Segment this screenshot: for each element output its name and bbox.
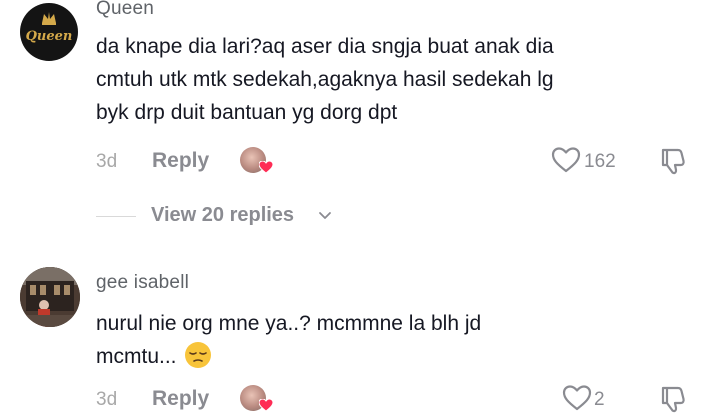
like-heart-icon[interactable] xyxy=(551,147,581,173)
comment-line: nurul nie org mne ya..? mcmmne la blh jd xyxy=(96,312,482,335)
pensive-emoji-icon: 😔 xyxy=(184,341,212,369)
comment-text: da knape dia lari?aq aser dia sngja buat… xyxy=(96,30,706,129)
heart-badge-icon xyxy=(259,161,273,174)
comment-line: da knape dia lari?aq aser dia sngja buat… xyxy=(96,35,554,58)
avatar-photo xyxy=(20,267,80,327)
reply-button[interactable]: Reply xyxy=(152,149,209,173)
like-count: 2 xyxy=(594,389,605,410)
comment-line: mcmtu... xyxy=(96,345,177,368)
view-replies-button[interactable]: View 20 replies xyxy=(151,204,294,227)
avatar-gee-isabell[interactable] xyxy=(20,267,80,327)
replies-divider xyxy=(96,216,136,217)
dislike-icon[interactable] xyxy=(660,147,686,175)
creator-liked-badge xyxy=(240,385,274,413)
like-heart-icon[interactable] xyxy=(562,385,592,411)
creator-liked-badge xyxy=(240,147,274,175)
comment-line: byk drp duit bantuan yg dorg dpt xyxy=(96,101,398,124)
comment-timestamp: 3d xyxy=(96,389,118,410)
reply-button[interactable]: Reply xyxy=(152,387,209,411)
comment-timestamp: 3d xyxy=(96,151,118,172)
like-count: 162 xyxy=(584,151,616,172)
comment-username[interactable]: Queen xyxy=(96,0,154,20)
comment-line-with-emoji: mcmtu... 😔 xyxy=(96,340,706,373)
comment-username[interactable]: gee isabell xyxy=(96,272,189,294)
avatar-logo-text: Queen xyxy=(25,29,73,44)
chevron-down-icon xyxy=(319,212,331,219)
dislike-icon[interactable] xyxy=(660,385,686,413)
comment-text: nurul nie org mne ya..? mcmmne la blh jd… xyxy=(96,307,706,373)
comment-line: cmtuh utk mtk sedekah,agaknya hasil sede… xyxy=(96,68,554,91)
pensive-face-icon xyxy=(185,342,212,368)
avatar-queen[interactable]: Queen xyxy=(20,3,78,61)
